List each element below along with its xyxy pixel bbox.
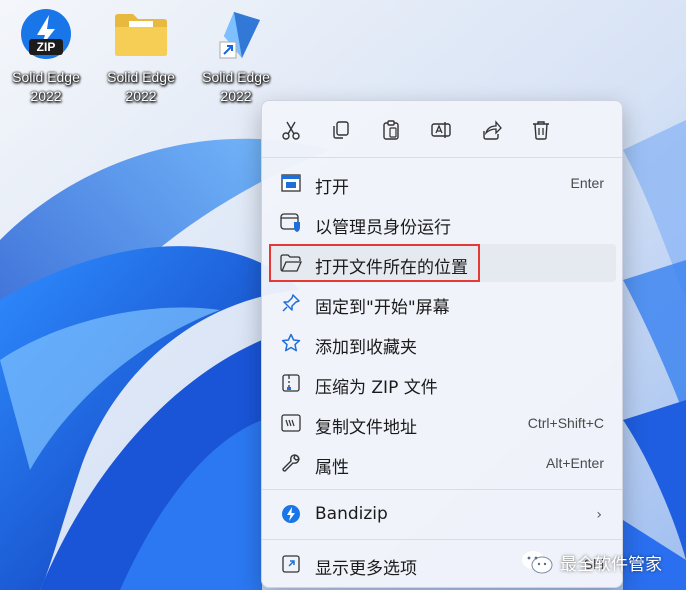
desktop-icon-solid-edge-shortcut[interactable]: Solid Edge 2022 (190, 6, 282, 110)
menu-item-open[interactable]: 打开 Enter (270, 164, 616, 202)
desktop-icon-solid-edge-zip[interactable]: ZIP Solid Edge 2022 (0, 6, 92, 110)
copy-icon (333, 121, 349, 139)
menu-item-pin-to-start[interactable]: 固定到"开始"屏幕 (270, 284, 616, 322)
context-menu-toolbar (262, 101, 622, 157)
menu-item-label: 固定到"开始"屏幕 (315, 298, 450, 318)
menu-divider (262, 489, 622, 490)
clipboard-icon (383, 120, 399, 140)
menu-item-label: 显示更多选项 (315, 559, 417, 579)
desktop-icon-solid-edge-folder[interactable]: Solid Edge 2022 (95, 6, 187, 110)
bandizip-icon (280, 503, 302, 525)
menu-item-run-as-admin[interactable]: 以管理员身份运行 (270, 204, 616, 242)
share-icon (483, 120, 502, 140)
menu-item-add-to-favorites[interactable]: 添加到收藏夹 (270, 324, 616, 362)
menu-item-compress-zip[interactable]: 压缩为 ZIP 文件 (270, 364, 616, 402)
cut-button[interactable] (277, 116, 305, 144)
watermark-text: 最全软件管家 (560, 554, 662, 575)
menu-item-label: 复制文件地址 (315, 418, 417, 438)
rename-button[interactable] (427, 116, 455, 144)
pin-icon (280, 292, 302, 314)
toolbar-divider (262, 157, 622, 158)
context-menu: 打开 Enter 以管理员身份运行 打开文件所在的位置 固定到"开始"屏幕 添加… (261, 100, 623, 588)
folder-icon (113, 6, 169, 62)
menu-item-label: 以管理员身份运行 (315, 218, 451, 238)
solid-edge-shortcut-icon (208, 6, 264, 62)
delete-button[interactable] (527, 116, 555, 144)
bandizip-zip-icon: ZIP (18, 6, 74, 62)
zip-file-icon (280, 372, 302, 394)
menu-item-copy-path[interactable]: 复制文件地址 Ctrl+Shift+C (270, 404, 616, 442)
copy-path-icon (280, 412, 302, 434)
menu-item-properties[interactable]: 属性 Alt+Enter (270, 444, 616, 482)
trash-icon (533, 121, 549, 140)
copy-button[interactable] (327, 116, 355, 144)
scissors-icon (282, 121, 300, 140)
rename-icon (431, 122, 451, 138)
watermark: 最全软件管家 (520, 540, 686, 584)
menu-item-shortcut: Alt+Enter (546, 455, 604, 471)
menu-item-label: 属性 (315, 458, 349, 478)
menu-item-label: 压缩为 ZIP 文件 (315, 378, 438, 398)
open-window-icon (280, 172, 302, 194)
svg-text:ZIP: ZIP (37, 40, 56, 54)
desktop-icon-label: Solid Edge 2022 (107, 69, 175, 104)
menu-item-label: 打开 (315, 178, 349, 198)
wechat-icon (522, 551, 553, 574)
desktop-icon-label: Solid Edge 2022 (12, 69, 80, 104)
paste-button[interactable] (377, 116, 405, 144)
wrench-icon (280, 452, 302, 474)
menu-item-bandizip[interactable]: Bandizip › (270, 495, 616, 533)
desktop-icon-label: Solid Edge 2022 (202, 69, 270, 104)
chevron-right-icon: › (596, 507, 602, 523)
menu-item-shortcut: Ctrl+Shift+C (527, 415, 604, 431)
menu-item-shortcut: Enter (570, 175, 604, 191)
menu-item-label: Bandizip (315, 504, 388, 524)
share-button[interactable] (477, 116, 505, 144)
menu-item-label: 添加到收藏夹 (315, 338, 417, 358)
highlight-annotation-box (269, 244, 480, 282)
star-icon (280, 332, 302, 354)
shield-window-icon (280, 212, 302, 234)
more-options-icon (280, 553, 302, 575)
